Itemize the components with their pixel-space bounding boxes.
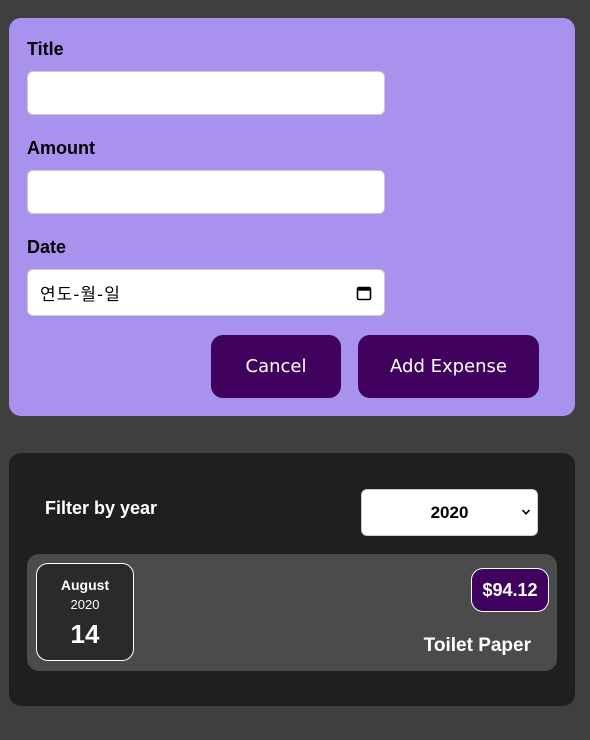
calendar-icon[interactable] (356, 285, 372, 301)
expenses-panel: Filter by year 2020 August 2020 14 $94.1… (9, 453, 575, 706)
title-input[interactable] (27, 71, 385, 115)
title-label: Title (27, 39, 64, 59)
amount-input[interactable] (27, 170, 385, 214)
date-label: Date (27, 237, 67, 257)
amount-label: Amount (27, 138, 95, 158)
year-select-value: 2020 (430, 502, 469, 522)
add-expense-button[interactable]: Add Expense (358, 335, 539, 398)
expense-date: August 2020 14 (36, 563, 134, 661)
chevron-down-icon (521, 509, 531, 515)
expense-item[interactable]: August 2020 14 $94.12 Toilet Paper (27, 554, 557, 671)
expense-date-day: 14 (70, 619, 100, 649)
expense-date-year: 2020 (70, 597, 100, 612)
expense-date-month: August (60, 577, 110, 593)
year-select[interactable]: 2020 (361, 489, 538, 536)
date-input[interactable]: 연도-월-일 (27, 269, 385, 316)
expense-price-badge: $94.12 (471, 568, 549, 612)
expense-title: Toilet Paper (423, 635, 531, 656)
cancel-button[interactable]: Cancel (211, 335, 341, 398)
new-expense-form: Title Amount Date 연도-월-일 Cancel Add Expe… (9, 18, 575, 416)
date-placeholder: 연도-월-일 (40, 285, 121, 305)
filter-label: Filter by year (45, 498, 158, 518)
